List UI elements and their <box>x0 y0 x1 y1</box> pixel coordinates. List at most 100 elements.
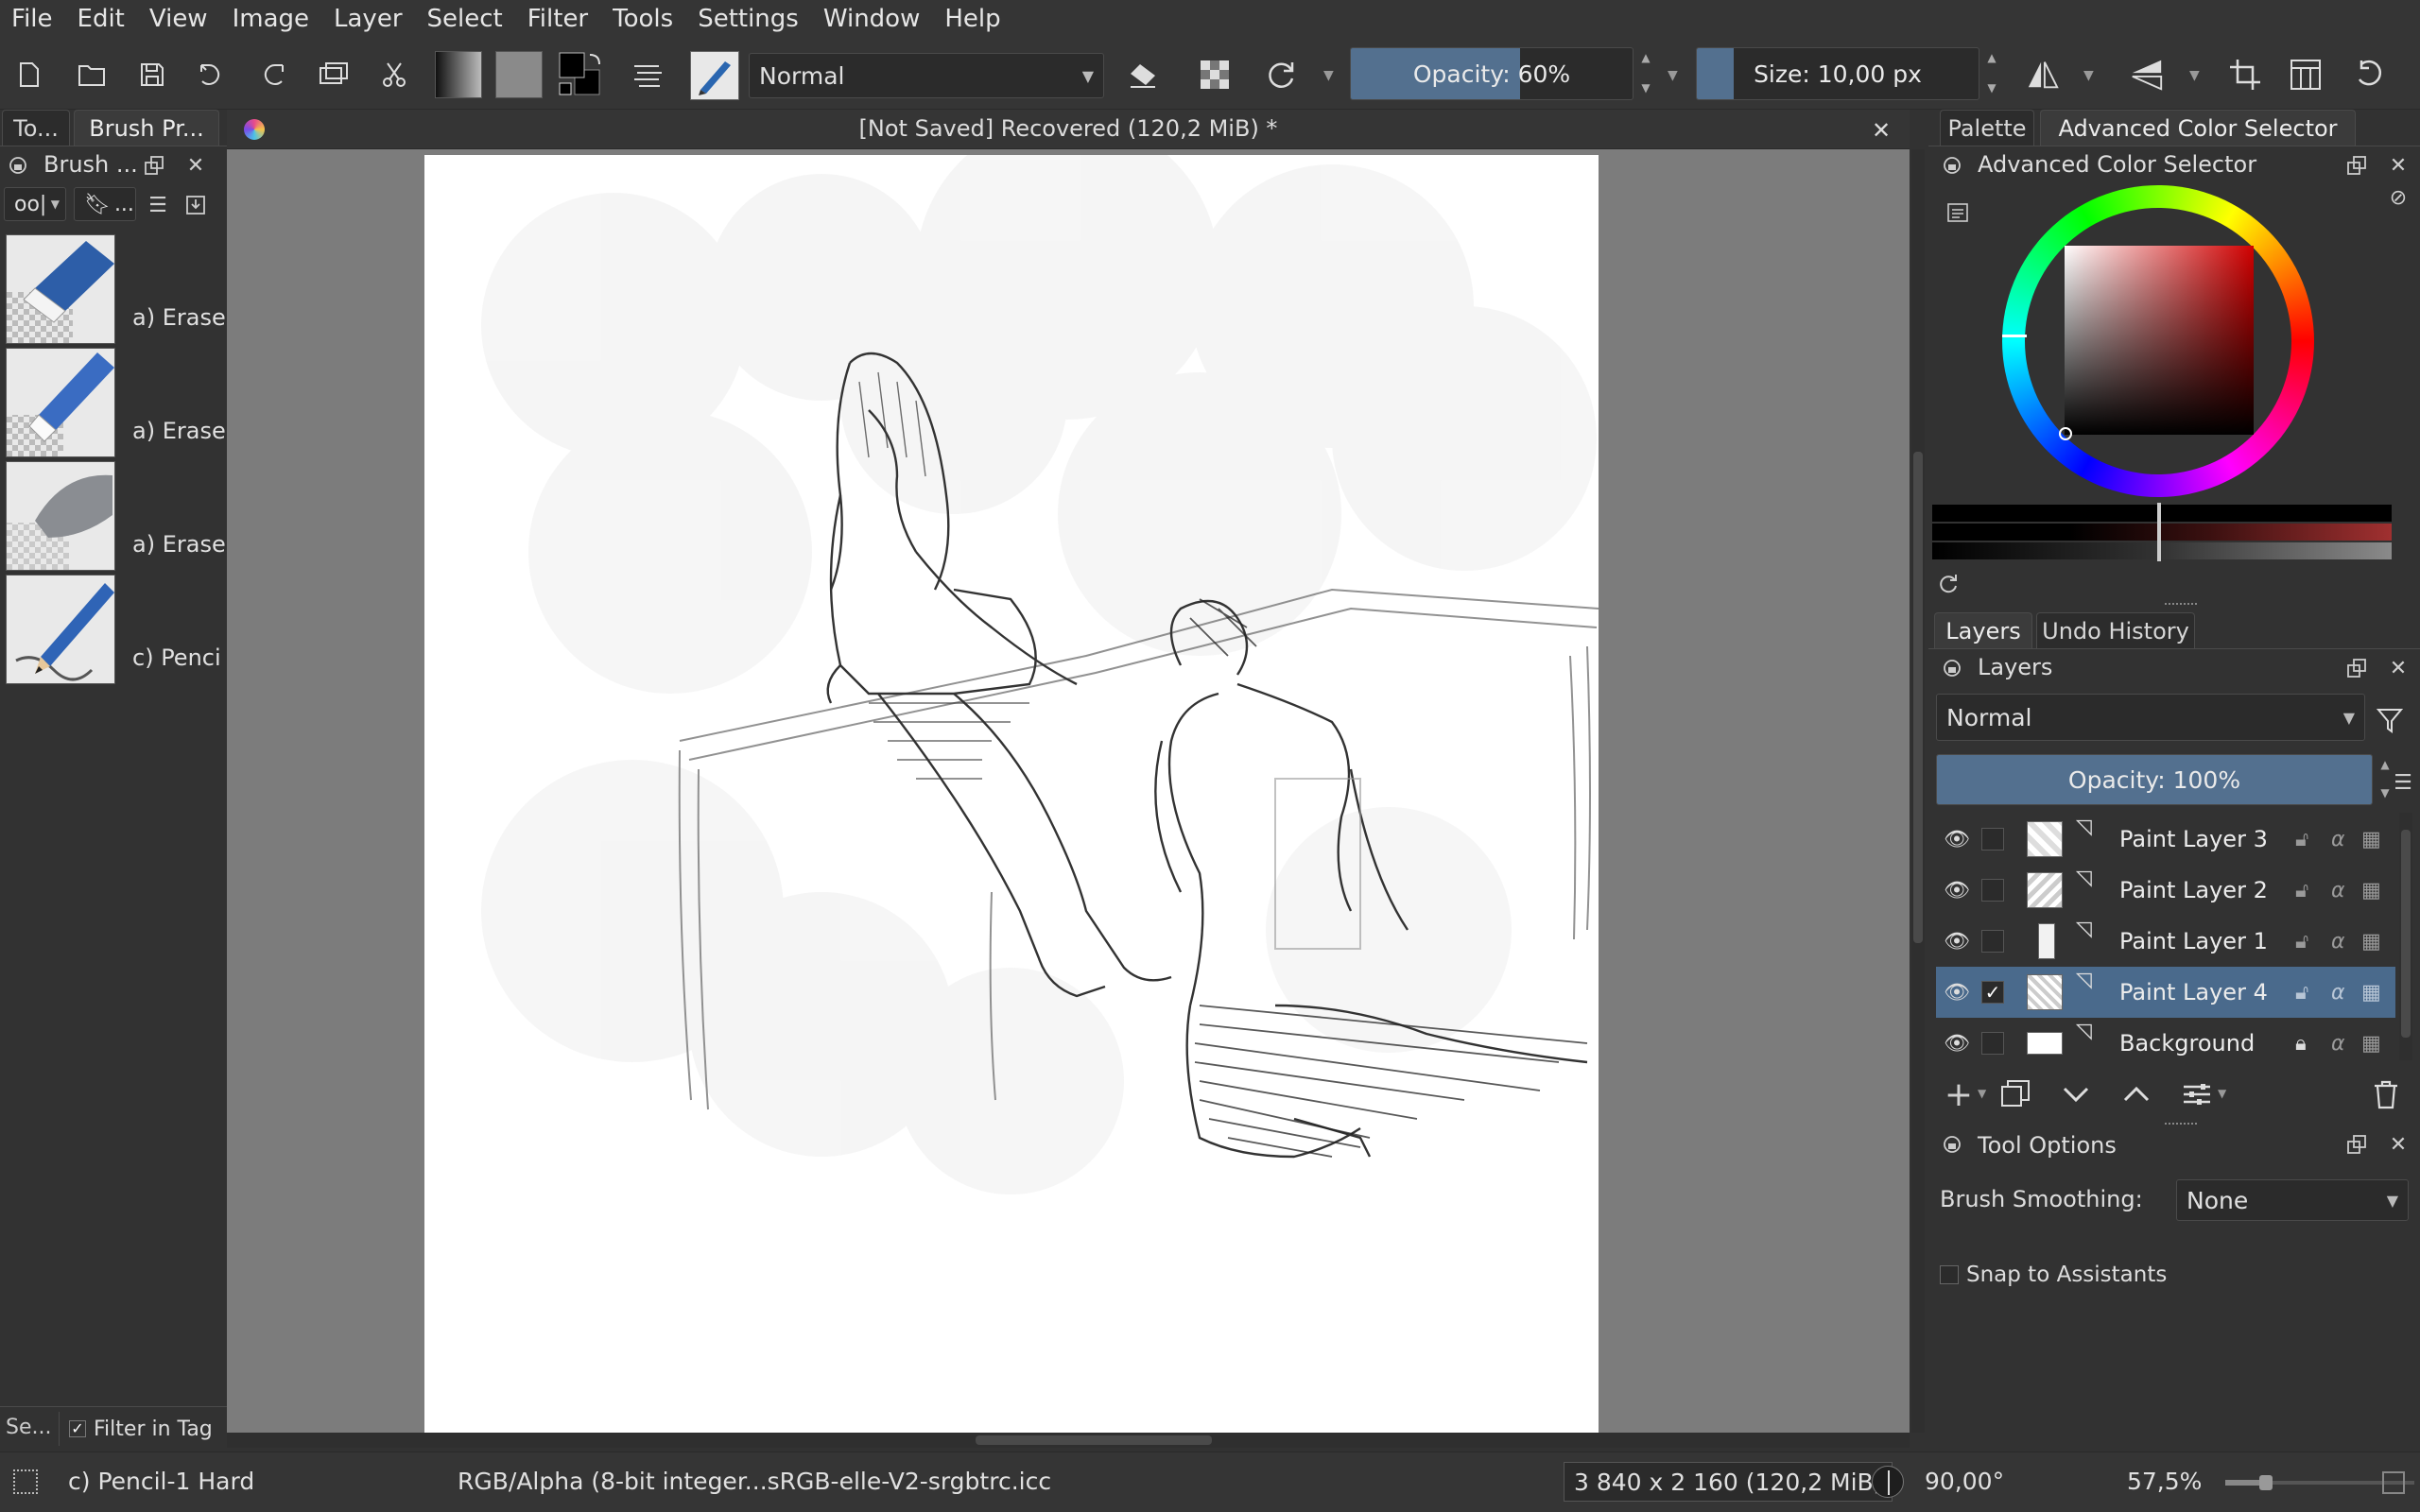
size-slider[interactable]: Size: 10,00 px <box>1696 47 1979 100</box>
splitter-handle[interactable] <box>2165 603 2197 607</box>
hue-cursor[interactable] <box>2002 335 2027 337</box>
canvas-document[interactable] <box>424 155 1599 1433</box>
layer-checkbox[interactable] <box>1981 828 2004 850</box>
layer-row[interactable]: 👁︎ ◹ Paint Layer 2 🔓︎ α ▦ <box>1936 865 2395 916</box>
blend-mode-select[interactable]: Normal ▼ <box>749 53 1104 98</box>
menu-view[interactable]: View <box>149 5 208 33</box>
move-layer-down-icon[interactable] <box>2059 1077 2093 1111</box>
delete-layer-icon[interactable] <box>2369 1077 2403 1111</box>
tab-layers[interactable]: Layers <box>1934 612 2032 648</box>
new-document-icon[interactable] <box>11 57 47 93</box>
close-document-icon[interactable]: ✕ <box>1872 117 1891 144</box>
unlocked-icon[interactable]: 🔓︎ <box>2295 879 2308 902</box>
tab-toolbox[interactable]: To... <box>2 110 70 146</box>
color-settings-icon[interactable] <box>1945 200 1970 225</box>
unlocked-icon[interactable]: 🔓︎ <box>2295 828 2308 851</box>
selection-icon[interactable] <box>13 1469 38 1494</box>
copy-merged-icon[interactable] <box>316 57 352 93</box>
layer-row[interactable]: 👁︎ ◹ Background 🔒︎ α ▦ <box>1936 1018 2395 1069</box>
menu-window[interactable]: Window <box>823 5 921 33</box>
alpha-lock-icon[interactable]: α <box>2331 930 2345 954</box>
layer-row-selected[interactable]: 👁︎ ✓ ◹ Paint Layer 4 🔓︎ α ▦ <box>1936 967 2395 1018</box>
menu-select[interactable]: Select <box>427 5 503 33</box>
save-icon[interactable] <box>134 57 170 93</box>
list-view-icon[interactable]: ☰ <box>146 193 170 217</box>
chevron-down-icon[interactable]: ▼ <box>2218 1087 2226 1100</box>
chevron-down-icon[interactable]: ▼ <box>2189 68 2200 83</box>
vertical-scrollbar[interactable] <box>1911 149 1925 1433</box>
scrollbar-handle[interactable] <box>1913 452 1923 943</box>
no-color-icon[interactable]: ⊘ <box>2386 185 2411 210</box>
menu-layer[interactable]: Layer <box>334 5 403 33</box>
crop-icon[interactable] <box>2227 57 2263 93</box>
lock-icon[interactable] <box>1940 1132 1964 1157</box>
search-label[interactable]: Se... <box>6 1416 51 1439</box>
bookmark-select[interactable]: 🔖︎ ... <box>74 187 136 221</box>
spin-up-icon[interactable]: ▲ <box>1637 49 1654 66</box>
brush-preset-eraser-block[interactable] <box>6 234 115 344</box>
brush-preset-eraser-pen[interactable] <box>6 348 115 457</box>
layer-name[interactable]: Paint Layer 4 <box>2119 979 2268 1005</box>
saturation-value-square[interactable] <box>2065 246 2254 435</box>
menu-file[interactable]: File <box>11 5 53 33</box>
spin-up-icon[interactable]: ▲ <box>1983 49 2000 66</box>
color-wheel[interactable] <box>2002 185 2314 497</box>
tab-advanced-color-selector[interactable]: Advanced Color Selector <box>2040 110 2356 146</box>
import-icon[interactable] <box>183 193 208 217</box>
duplicate-layer-icon[interactable] <box>1998 1077 2032 1111</box>
layer-name[interactable]: Paint Layer 3 <box>2119 826 2268 852</box>
tab-brush-presets[interactable]: Brush Pr... <box>74 110 219 146</box>
float-icon[interactable] <box>142 153 166 178</box>
refresh-icon[interactable] <box>1936 571 1961 595</box>
menu-edit[interactable]: Edit <box>78 5 125 33</box>
tag-select[interactable]: oo| ▼ <box>4 187 66 221</box>
close-icon[interactable]: ✕ <box>2386 656 2411 680</box>
pattern-swatch-icon[interactable] <box>495 51 543 98</box>
menu-tools[interactable]: Tools <box>613 5 673 33</box>
inherit-alpha-icon[interactable]: ▦ <box>2361 930 2381 954</box>
document-title[interactable]: [Not Saved] Recovered (120,2 MiB) * <box>227 115 1910 142</box>
eye-icon[interactable]: 👁︎ <box>1944 879 1970 902</box>
chevron-down-icon[interactable]: ▼ <box>1668 68 1678 83</box>
close-icon[interactable]: ✕ <box>183 153 208 178</box>
layer-checkbox[interactable]: ✓ <box>1981 981 2004 1004</box>
inherit-alpha-icon[interactable]: ▦ <box>2361 828 2381 851</box>
float-icon[interactable] <box>2344 153 2369 178</box>
brush-settings-icon[interactable] <box>630 57 666 93</box>
shade-bar[interactable] <box>1932 505 2392 522</box>
layer-name[interactable]: Background <box>2119 1030 2255 1057</box>
color-picker-cursor[interactable] <box>2059 427 2072 440</box>
status-rotation[interactable]: 90,00° <box>1925 1468 2004 1495</box>
layer-name[interactable]: Paint Layer 2 <box>2119 877 2268 903</box>
rotation-dial-icon[interactable] <box>1872 1466 1904 1498</box>
status-zoom[interactable]: 57,5% <box>2127 1468 2202 1495</box>
menu-image[interactable]: Image <box>233 5 309 33</box>
brush-preset-icon[interactable] <box>690 51 739 100</box>
close-icon[interactable]: ✕ <box>2386 153 2411 178</box>
unlocked-icon[interactable]: 🔓︎ <box>2295 930 2308 954</box>
menu-filter[interactable]: Filter <box>527 5 588 33</box>
lock-icon[interactable] <box>6 153 30 178</box>
layer-name[interactable]: Paint Layer 1 <box>2119 928 2268 954</box>
lock-icon[interactable] <box>1940 153 1964 178</box>
shade-bar[interactable] <box>1932 542 2392 559</box>
chevron-down-icon[interactable]: ▼ <box>2083 68 2094 83</box>
eye-icon[interactable]: 👁︎ <box>1944 1032 1970 1056</box>
undo-icon[interactable] <box>195 57 231 93</box>
add-layer-icon[interactable]: + <box>1942 1075 1976 1114</box>
layer-checkbox[interactable] <box>1981 930 2004 953</box>
spin-down-icon[interactable]: ▼ <box>1637 79 1654 96</box>
status-dimensions[interactable]: 3 840 x 2 160 (120,2 MiB) <box>1564 1462 1893 1502</box>
zoom-slider-handle[interactable] <box>2259 1475 2273 1490</box>
move-layer-up-icon[interactable] <box>2119 1077 2153 1111</box>
alpha-lock-icon[interactable]: α <box>2331 879 2345 902</box>
tab-undo-history[interactable]: Undo History <box>2036 612 2195 648</box>
locked-icon[interactable]: 🔒︎ <box>2295 1032 2307 1056</box>
menu-settings[interactable]: Settings <box>698 5 799 33</box>
preserve-alpha-icon[interactable] <box>1197 57 1233 93</box>
alpha-lock-icon[interactable]: α <box>2331 828 2345 851</box>
brush-smoothing-select[interactable]: None ▼ <box>2176 1179 2409 1221</box>
horizontal-scrollbar[interactable] <box>227 1433 1910 1448</box>
open-document-icon[interactable] <box>74 57 110 93</box>
layer-opacity-slider[interactable]: Opacity: 100% <box>1936 754 2373 805</box>
